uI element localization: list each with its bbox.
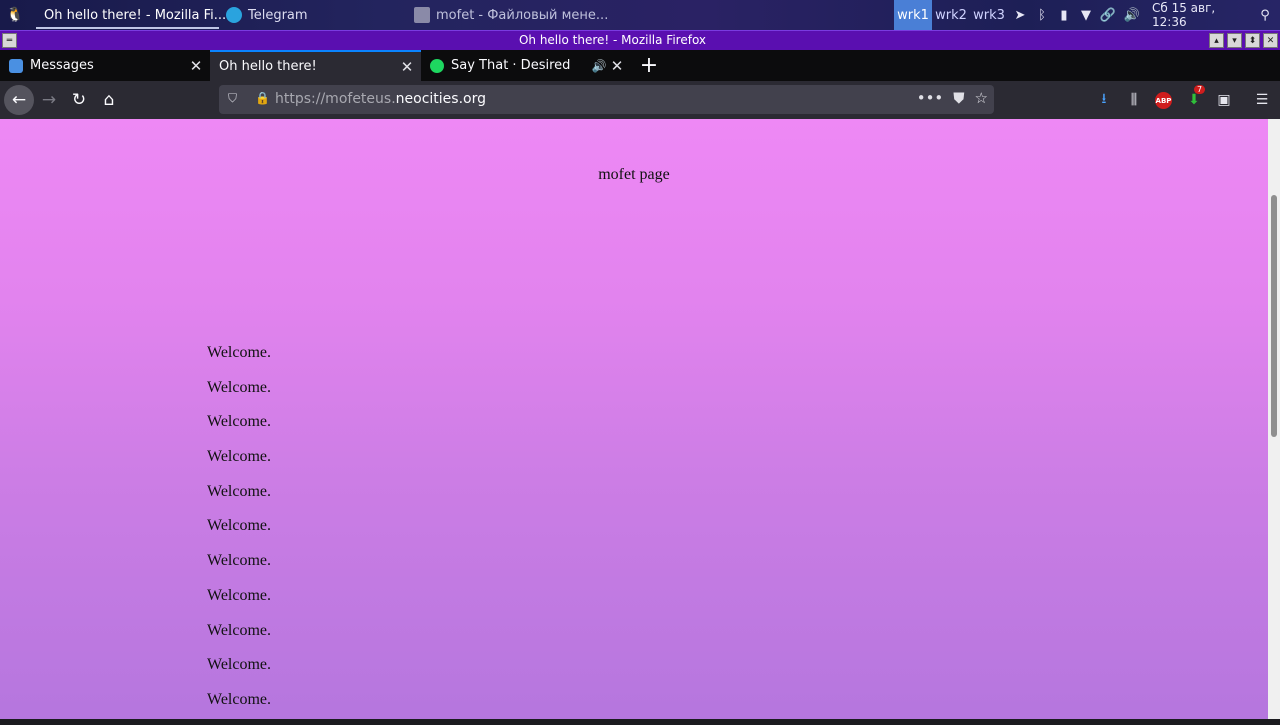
- workspace-1[interactable]: wrk1: [894, 0, 932, 30]
- page-title: mofet page: [598, 166, 670, 183]
- shield-icon[interactable]: ⛉: [228, 91, 237, 106]
- url-text[interactable]: https://mofeteus.neocities.org: [275, 91, 486, 107]
- taskbar-item-label: Telegram: [248, 7, 308, 23]
- new-tab-button[interactable]: +: [637, 53, 661, 78]
- window-title: Oh hello there! - Mozilla Firefox: [518, 33, 707, 47]
- bookmark-star-icon[interactable]: ☆: [975, 89, 988, 107]
- taskbar-item-file-manager[interactable]: mofet - Файловый мене...: [414, 0, 608, 30]
- welcome-line: Welcome.: [207, 482, 272, 500]
- tab-strip: Messages ✕ Oh hello there! ✕ Say That · …: [0, 50, 1280, 81]
- minimize-button[interactable]: ▴: [1209, 33, 1224, 48]
- tab-label: Say That · Desired: [451, 58, 571, 73]
- telegram-icon: [226, 7, 242, 23]
- welcome-line: Welcome.: [207, 413, 272, 431]
- close-tab-icon[interactable]: ✕: [399, 58, 415, 76]
- close-tab-icon[interactable]: ✕: [188, 57, 204, 75]
- wifi-icon[interactable]: ▼: [1076, 0, 1096, 30]
- tab-oh-hello-there[interactable]: Oh hello there! ✕: [210, 50, 421, 81]
- workspace-3[interactable]: wrk3: [970, 0, 1008, 30]
- home-button[interactable]: ⌂: [94, 85, 124, 115]
- url-bar[interactable]: ⛉ 🔒 https://mofeteus.neocities.org ••• ⛊…: [219, 85, 994, 114]
- speaker-icon[interactable]: 🔊: [591, 58, 607, 74]
- welcome-line: Welcome.: [207, 448, 272, 466]
- taskbar-item-label: Oh hello there! - Mozilla Fi...: [44, 7, 227, 23]
- battery-icon[interactable]: ▮: [1054, 0, 1074, 30]
- network-antenna-icon[interactable]: ⚲: [1255, 0, 1275, 30]
- forward-button[interactable]: →: [34, 85, 64, 115]
- close-window-button[interactable]: ✕: [1263, 33, 1278, 48]
- messages-icon: [9, 58, 23, 73]
- workspace-2[interactable]: wrk2: [932, 0, 970, 30]
- telegram-tray-icon[interactable]: ➤: [1010, 0, 1030, 30]
- welcome-line: Welcome.: [207, 586, 272, 604]
- tab-say-that[interactable]: Say That · Desired 🔊 ✕: [421, 50, 631, 81]
- download-helper-icon[interactable]: ⬇ 7: [1184, 85, 1206, 110]
- volume-icon[interactable]: 🔊: [1122, 0, 1142, 30]
- lock-icon[interactable]: 🔒: [255, 91, 270, 105]
- taskbar-item-firefox[interactable]: Oh hello there! - Mozilla Fi...: [38, 0, 226, 30]
- url-host: neocities.org: [395, 91, 486, 107]
- adblock-plus-icon[interactable]: ABP: [1155, 92, 1172, 109]
- bluetooth-icon[interactable]: ᛒ: [1032, 0, 1052, 30]
- tab-label: Messages: [30, 58, 94, 73]
- taskbar-item-telegram[interactable]: Telegram: [226, 0, 308, 30]
- maximize-button[interactable]: ⬍: [1245, 33, 1260, 48]
- spotify-icon: [430, 58, 444, 73]
- navigation-toolbar: ← → ↻ ⌂ ⛉ 🔒 https://mofeteus.neocities.o…: [0, 81, 1280, 119]
- welcome-line: Welcome.: [207, 552, 272, 570]
- window-titlebar[interactable]: ═ Oh hello there! - Mozilla Firefox ▴ ▾ …: [0, 30, 1280, 50]
- home-folder-icon: [414, 7, 430, 23]
- pocket-icon[interactable]: ⛊: [953, 89, 964, 107]
- vertical-scrollbar[interactable]: [1268, 119, 1280, 719]
- library-icon[interactable]: ⫼: [1124, 90, 1144, 110]
- taskbar-item-label: mofet - Файловый мене...: [436, 7, 609, 23]
- welcome-line: Welcome.: [207, 656, 272, 674]
- app-menu-icon[interactable]: 🐧: [6, 0, 23, 30]
- link-icon[interactable]: 🔗: [1098, 0, 1118, 30]
- clock[interactable]: Сб 15 авг, 12:36: [1152, 0, 1248, 30]
- welcome-line: Welcome.: [207, 690, 272, 708]
- welcome-line: Welcome.: [207, 378, 272, 396]
- welcome-line: Welcome.: [207, 344, 272, 361]
- active-task-indicator: [36, 27, 219, 29]
- welcome-line: Welcome.: [207, 517, 272, 535]
- page-content: mofet page Welcome. Welcome. Welcome. We…: [0, 119, 1268, 719]
- url-actions: ••• ⛊ ☆: [917, 89, 988, 107]
- downloads-count-badge: 7: [1194, 85, 1206, 94]
- desktop-taskbar: 🐧 Oh hello there! - Mozilla Fi... Telegr…: [0, 0, 1280, 30]
- page-actions-icon[interactable]: •••: [917, 89, 944, 107]
- back-button[interactable]: ←: [4, 85, 34, 115]
- scrollbar-thumb[interactable]: [1271, 195, 1277, 437]
- close-tab-icon[interactable]: ✕: [609, 57, 625, 75]
- hamburger-menu-icon[interactable]: ☰: [1252, 90, 1272, 110]
- downloads-icon[interactable]: ⭳: [1094, 90, 1114, 110]
- reload-button[interactable]: ↻: [64, 85, 94, 115]
- tab-messages[interactable]: Messages ✕: [0, 50, 210, 81]
- extension-icon[interactable]: ▣: [1214, 90, 1234, 110]
- welcome-line: Welcome.: [207, 621, 272, 639]
- url-prefix: https://mofeteus.: [275, 91, 396, 107]
- tab-label: Oh hello there!: [219, 59, 317, 74]
- welcome-list: Welcome. Welcome. Welcome. Welcome. Welc…: [207, 343, 271, 725]
- shade-button[interactable]: ▾: [1227, 33, 1242, 48]
